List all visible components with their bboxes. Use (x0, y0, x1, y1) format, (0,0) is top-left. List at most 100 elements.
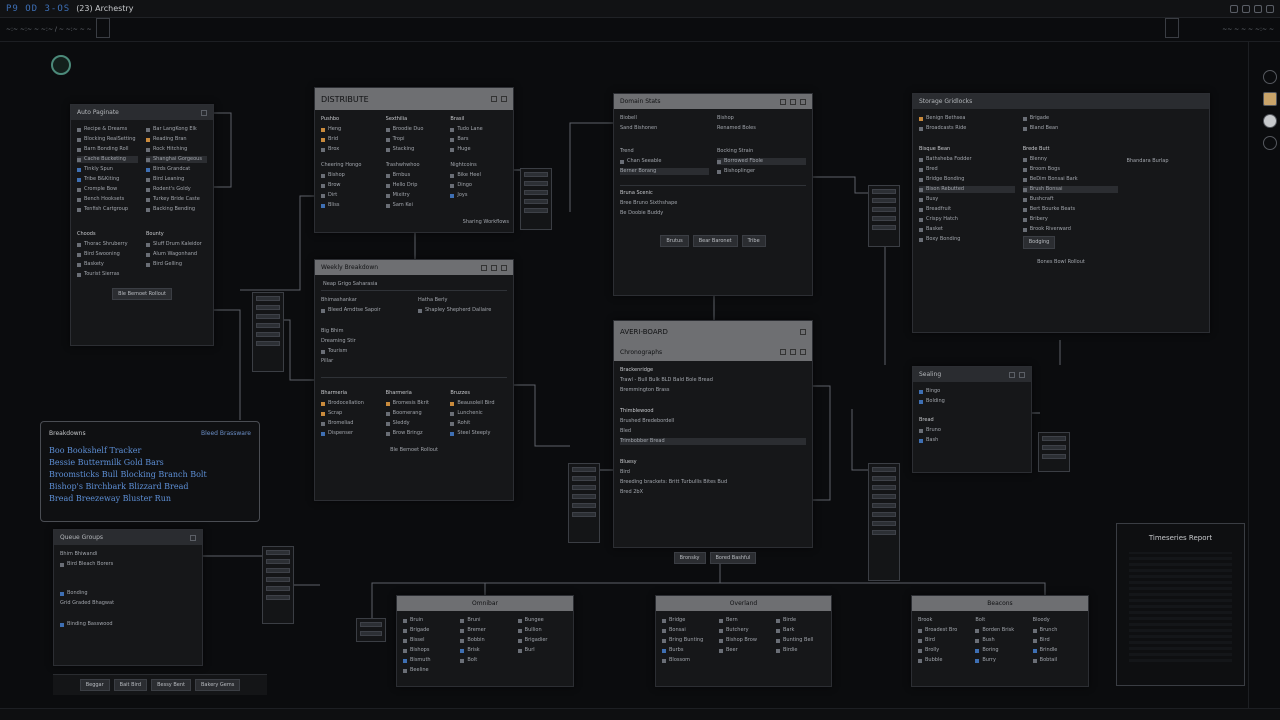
list-item[interactable]: Blossom (662, 657, 711, 664)
list-item[interactable]: Rohit (450, 420, 507, 427)
node-stack[interactable] (1038, 432, 1070, 472)
list-item[interactable]: Sexthilia (386, 116, 443, 123)
list-item[interactable]: Bloody (1033, 617, 1082, 624)
list-item[interactable]: Bridge Bonding (919, 176, 1015, 183)
list-item[interactable]: Cache Bucketing (77, 156, 138, 163)
dialog-button[interactable]: Bait Bird (113, 679, 148, 691)
list-item[interactable]: Bert Bourke Beats (1022, 206, 1119, 213)
dialog-button[interactable]: Bear Baronet (692, 235, 738, 247)
list-item[interactable]: Bush (975, 637, 1024, 644)
list-item[interactable]: Tourism (321, 348, 410, 355)
list-item[interactable]: Bonsai (662, 627, 711, 634)
list-item[interactable]: Reading Bran (146, 136, 207, 143)
list-item[interactable]: Renamed Boles (717, 125, 806, 132)
list-item[interactable]: Blocking RealSetting (77, 136, 138, 143)
window-header[interactable]: DISTRIBUTE (315, 88, 513, 110)
node-stack[interactable] (568, 463, 600, 543)
list-item[interactable]: Burbs (662, 647, 711, 654)
list-item[interactable]: Nightcoins (450, 162, 507, 169)
list-item[interactable]: Binding Basswood (60, 621, 196, 628)
list-item[interactable]: Bring Bunting (662, 637, 711, 644)
list-item[interactable]: Trawl - Bull Bulk BLD Bald Bole Bread (620, 377, 806, 384)
list-item[interactable]: Backing Bending (146, 206, 207, 213)
list-item[interactable]: Turkey Bride Caste (146, 196, 207, 203)
list-item[interactable]: Tinkly Spun (77, 166, 138, 173)
list-item[interactable]: Bridge (662, 617, 711, 624)
window-header[interactable]: AVERI-BOARD (614, 321, 812, 343)
list-item[interactable]: Rodent's Goldy (146, 186, 207, 193)
list-item[interactable]: Bharmeria (321, 390, 378, 397)
list-item[interactable]: Sleddy (385, 420, 443, 427)
list-item[interactable]: Blenny (1022, 156, 1119, 163)
list-item[interactable]: Mixitry (385, 192, 443, 199)
list-item[interactable]: Tenfish Cartgroup (77, 206, 138, 213)
list-item[interactable]: Bred (919, 166, 1015, 173)
minimize-icon[interactable] (491, 96, 497, 102)
list-item[interactable]: Bisque Bean (919, 146, 1015, 153)
window-header[interactable]: Beacons (912, 596, 1088, 611)
list-item[interactable]: Bree Bruno Sixthshape (620, 200, 806, 207)
list-item[interactable]: BeDim Bonsai Bark (1022, 176, 1119, 183)
panel-action[interactable]: Bleed Brassware (201, 430, 251, 437)
window-sealing[interactable]: Sealing Bingo Bolding Bread Bruno Bash (912, 366, 1032, 473)
minimize-icon[interactable] (790, 98, 796, 105)
list-item[interactable]: Bribery (1022, 216, 1119, 223)
window-beacons[interactable]: Beacons Brook Broadest Bro Bird Brolly B… (911, 595, 1089, 687)
list-item[interactable]: Bocking Strain (717, 148, 806, 155)
list-item[interactable]: Bread (919, 417, 1025, 424)
node-stack[interactable] (252, 292, 284, 372)
close-icon[interactable] (201, 109, 207, 116)
list-item[interactable]: Shanghai Gorgeous (146, 156, 207, 163)
list-item[interactable]: Scrap (321, 410, 378, 417)
list-item[interactable]: Beausoleil Bird (450, 400, 507, 407)
breakdowns-panel[interactable]: Breakdowns Bleed Brassware Boo Bookshelf… (40, 421, 260, 522)
list-item[interactable]: Recipe & Dreams (77, 126, 138, 133)
close-icon[interactable] (501, 96, 507, 102)
window-header[interactable]: Queue Groups (54, 530, 202, 545)
list-item[interactable]: Borrowed Fbole (717, 158, 806, 165)
dialog-button[interactable]: Bored Bashful (709, 552, 757, 564)
panel-line[interactable]: Bread Breezeway Bluster Run (49, 493, 251, 505)
footer-link[interactable]: Sharing Workflows (463, 219, 509, 226)
list-item[interactable]: Sand Bishonen (620, 125, 709, 132)
expand-icon[interactable] (780, 98, 786, 105)
list-item[interactable]: Tudo Lane (450, 126, 507, 133)
list-item[interactable]: Rock Hitching (146, 146, 207, 153)
list-item[interactable]: Tropi (385, 136, 443, 143)
list-item[interactable]: Baskety (77, 261, 138, 268)
list-item[interactable]: Grid Graded Bhagwat (60, 600, 196, 607)
list-item[interactable]: Broodie Duo (385, 126, 443, 133)
list-item[interactable]: Brook (918, 617, 967, 624)
list-item[interactable]: Burry (975, 657, 1024, 664)
panel-line[interactable]: Bishop's Birchbark Blizzard Bread (49, 481, 251, 493)
list-item[interactable]: Brushed Bredebordell (620, 418, 806, 425)
profile-icon[interactable] (1263, 114, 1277, 128)
list-item[interactable]: Big Bhim (321, 328, 410, 335)
list-item[interactable]: Bred 2bX (620, 489, 806, 496)
list-item[interactable]: Shapley Shepherd Dallaire (418, 307, 507, 314)
dialog-button[interactable]: Bakery Gems (194, 679, 241, 691)
list-item[interactable]: Bullion (517, 627, 567, 634)
list-item[interactable]: Bushcraft (1022, 196, 1119, 203)
list-item[interactable]: Be Doobie Buddy (620, 210, 806, 217)
list-item[interactable]: Pushbo (321, 116, 378, 123)
list-item[interactable]: Bern (719, 617, 768, 624)
list-item[interactable]: Bromeliad (321, 420, 378, 427)
list-item[interactable]: Bolt (460, 657, 509, 664)
list-item[interactable]: Bungee (517, 617, 567, 624)
node-stack[interactable] (262, 546, 294, 624)
pin-icon[interactable] (481, 264, 487, 271)
settings-icon[interactable] (800, 329, 806, 335)
list-item[interactable]: Boxy Bonding (919, 236, 1015, 243)
list-item[interactable]: Bathsheba Fodder (919, 156, 1015, 163)
window-header[interactable]: Storage Gridlocks (913, 94, 1209, 109)
list-item[interactable]: Brook Riverward (1022, 226, 1119, 233)
list-item[interactable]: Bark (776, 627, 825, 634)
list-item[interactable]: Brnbus (385, 172, 443, 179)
list-item[interactable]: Brolly (918, 647, 967, 654)
list-item[interactable]: Bland Bean (1022, 125, 1119, 132)
window-header[interactable]: Weekly Breakdown (315, 260, 513, 275)
list-item[interactable]: Bleed Arndtse Sapoir (321, 307, 410, 314)
list-item[interactable]: Boring (975, 647, 1024, 654)
list-item[interactable]: Bremmington Brass (620, 387, 806, 394)
